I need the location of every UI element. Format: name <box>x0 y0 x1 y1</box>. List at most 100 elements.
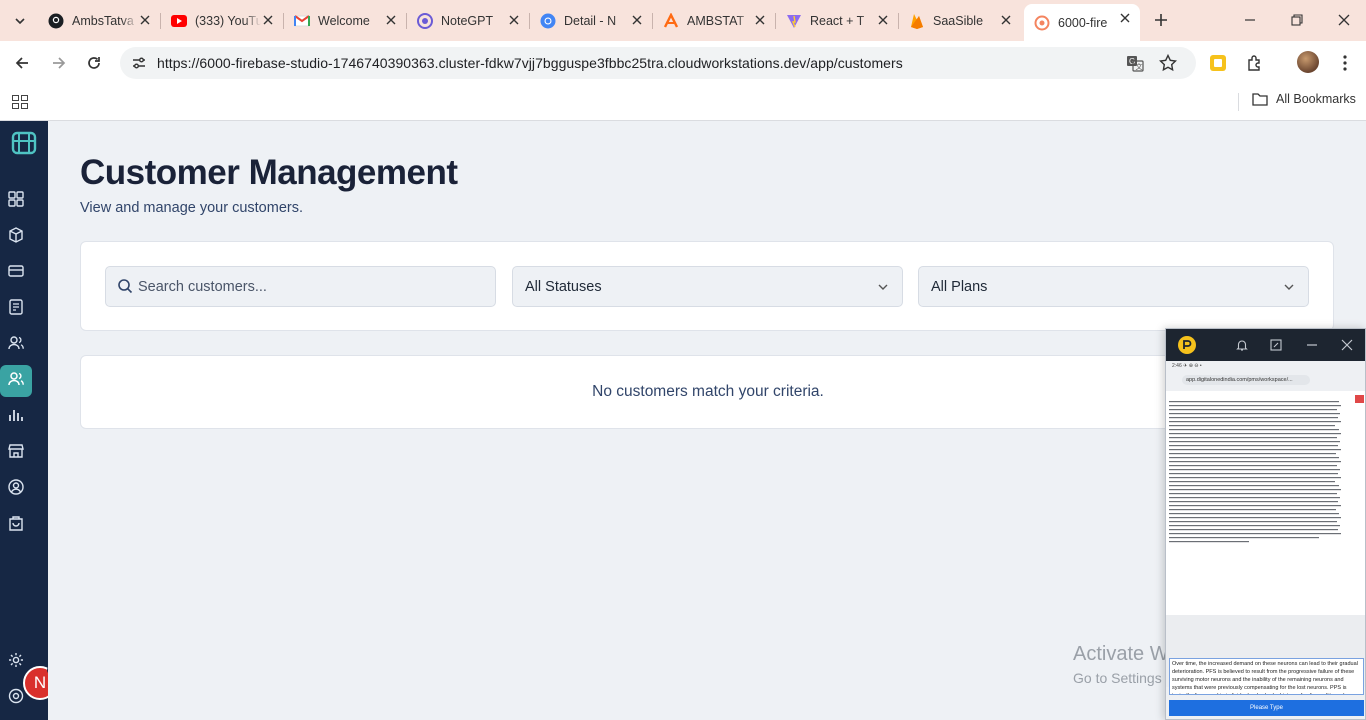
new-tab-plus-icon[interactable] <box>1150 9 1172 31</box>
tab-title: Detail - N <box>564 13 617 28</box>
close-tab-icon[interactable] <box>507 13 521 27</box>
typing-input-textarea[interactable]: Over time, the increased demand on these… <box>1169 658 1364 695</box>
sidebar-item-products[interactable] <box>0 221 32 253</box>
chevron-down-icon <box>1282 280 1296 294</box>
user-circle-icon <box>8 478 24 500</box>
tab-title: AMBSTAT <box>687 13 745 28</box>
tab-title: React + T <box>810 13 865 28</box>
site-settings-icon[interactable] <box>129 53 149 73</box>
close-tab-icon[interactable] <box>753 13 767 27</box>
bookmarks-divider <box>1238 93 1239 111</box>
customers-icon <box>8 371 24 392</box>
app-logo-icon[interactable] <box>10 129 38 157</box>
settings-gear-icon[interactable] <box>8 652 24 668</box>
bookmark-star-icon[interactable] <box>1158 53 1178 73</box>
search-input[interactable] <box>138 275 478 299</box>
close-tab-icon[interactable] <box>384 13 398 27</box>
close-window-icon[interactable] <box>1332 8 1356 32</box>
sidebar-item-users[interactable] <box>0 329 32 361</box>
browser-tab[interactable]: React + T <box>776 6 899 35</box>
browser-toolbar: https://6000-firebase-studio-17467403903… <box>0 41 1366 85</box>
floating-mirror-window[interactable]: 2:46 ✈ ⊕ ⊖ • app.digitalonedindia.com/pm… <box>1165 328 1366 720</box>
sidebar-item-account[interactable] <box>0 473 32 505</box>
sidebar-item-invoices[interactable] <box>0 293 32 325</box>
overlay-app-logo-icon <box>1178 336 1196 354</box>
sidebar-item-analytics[interactable] <box>0 401 32 433</box>
search-box[interactable] <box>105 266 496 307</box>
close-tab-icon[interactable] <box>876 13 890 27</box>
plan-filter-select[interactable]: All Plans <box>918 266 1309 307</box>
browser-tab[interactable]: NoteGPT <box>407 6 530 35</box>
minimize-window-icon[interactable] <box>1238 8 1262 32</box>
page-subtitle: View and manage your customers. <box>80 200 303 216</box>
more-vertical-icon[interactable] <box>1334 52 1356 74</box>
close-icon[interactable] <box>1339 337 1355 353</box>
browser-tab[interactable]: (333) YouTube <box>161 6 284 35</box>
close-tab-icon[interactable] <box>261 13 275 27</box>
close-tab-icon[interactable] <box>1118 11 1132 25</box>
browser-tab[interactable]: AMBSTAT <box>653 6 776 35</box>
ambstat-icon <box>663 12 679 29</box>
tab-search-chevron-icon[interactable] <box>8 9 32 33</box>
filter-card: All Statuses All Plans <box>80 241 1334 331</box>
browser-tab[interactable]: SaaSible <box>899 6 1021 35</box>
store-icon <box>8 443 24 464</box>
bell-icon[interactable] <box>1234 337 1250 353</box>
sidebar-item-dashboard[interactable] <box>0 185 32 217</box>
chrome-icon <box>540 13 556 29</box>
browser-tab[interactable]: Detail - N <box>530 6 653 35</box>
sidebar-item-customers[interactable] <box>0 365 32 397</box>
all-bookmarks-label: All Bookmarks <box>1276 92 1356 106</box>
browser-tab[interactable]: AmbsTatva <box>38 6 161 35</box>
mirrored-status-bar: 2:46 ✈ ⊕ ⊖ • <box>1172 363 1202 369</box>
dashboard-grid-icon <box>8 190 24 212</box>
browser-tab-bar: AmbsTatva (333) YouTube Welcome NoteGPT … <box>0 0 1366 41</box>
sidebar-item-orders[interactable] <box>0 509 32 541</box>
back-arrow-icon[interactable] <box>10 51 34 75</box>
customers-empty-state: No customers match your criteria. <box>80 355 1334 429</box>
close-tab-icon[interactable] <box>630 13 644 27</box>
firebase-icon <box>909 13 925 29</box>
search-icon <box>116 277 134 295</box>
extension-yellow-icon[interactable] <box>1207 52 1229 74</box>
sidebar-item-store[interactable] <box>0 437 32 469</box>
support-icon[interactable] <box>8 688 24 704</box>
mirrored-document-text-lines <box>1169 401 1341 543</box>
sidebar-item-billing[interactable] <box>0 257 32 289</box>
please-type-button[interactable]: Please Type <box>1169 700 1364 716</box>
close-tab-icon[interactable] <box>999 13 1013 27</box>
address-bar[interactable]: https://6000-firebase-studio-17467403903… <box>120 47 1196 79</box>
invoice-icon <box>8 298 24 320</box>
empty-message: No customers match your criteria. <box>592 383 824 400</box>
credit-card-icon <box>8 263 24 284</box>
chevron-down-icon <box>876 280 890 294</box>
apps-grid-icon[interactable] <box>11 93 29 111</box>
bookmarks-bar: All Bookmarks <box>0 85 1366 121</box>
all-bookmarks-button[interactable]: All Bookmarks <box>1252 92 1356 106</box>
status-filter-value: All Statuses <box>525 279 602 295</box>
translate-icon[interactable]: G文 <box>1125 53 1145 73</box>
overlay-title-bar <box>1166 329 1365 361</box>
browser-tab[interactable]: Welcome <box>284 6 407 35</box>
app-sidebar: N <box>0 121 57 720</box>
restore-window-icon[interactable] <box>1285 8 1309 32</box>
tab-title: 6000-fire <box>1058 15 1108 30</box>
firebase-studio-icon <box>1034 15 1050 31</box>
plan-filter-value: All Plans <box>931 279 988 295</box>
vite-icon <box>786 13 802 29</box>
minimize-icon[interactable] <box>1304 337 1320 353</box>
browser-tab-active[interactable]: 6000-fire <box>1024 4 1140 41</box>
mirrored-red-marker <box>1355 395 1364 403</box>
tab-title: (333) YouTube <box>195 13 261 28</box>
overlay-mirrored-screen: 2:46 ✈ ⊕ ⊖ • app.digitalonedindia.com/pm… <box>1166 361 1365 719</box>
shopping-bag-icon <box>8 515 24 536</box>
expand-icon[interactable] <box>1268 337 1284 353</box>
mirrored-url-bar: app.digitalonedindia.com/pms/workspace/.… <box>1182 375 1310 385</box>
url-text: https://6000-firebase-studio-17467403903… <box>157 55 903 71</box>
extensions-puzzle-icon[interactable] <box>1244 52 1266 74</box>
reload-icon[interactable] <box>82 51 106 75</box>
close-tab-icon[interactable] <box>138 13 152 27</box>
status-filter-select[interactable]: All Statuses <box>512 266 903 307</box>
forward-arrow-icon[interactable] <box>47 51 71 75</box>
profile-avatar[interactable] <box>1297 51 1319 73</box>
